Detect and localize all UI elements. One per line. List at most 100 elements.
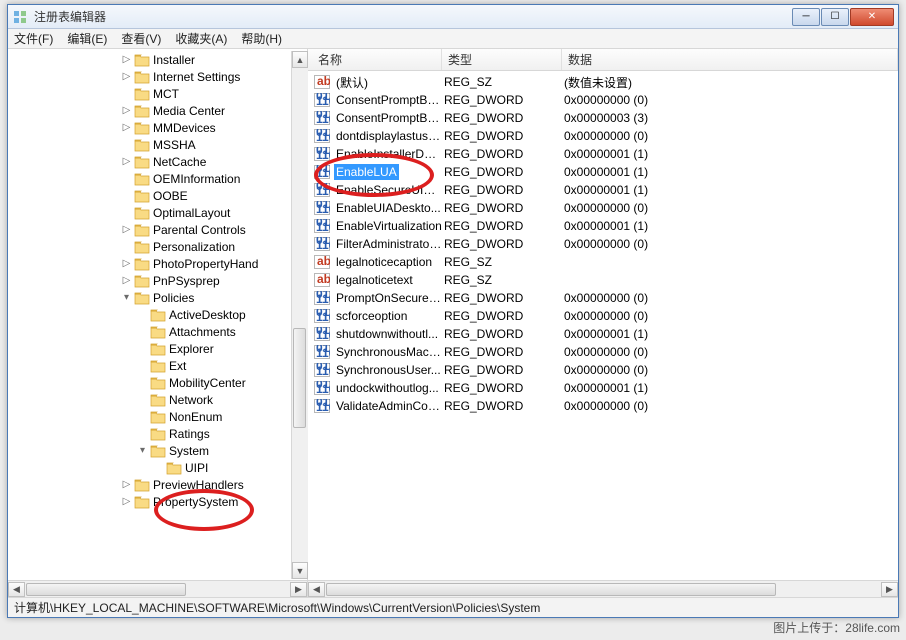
value-row[interactable]: 011110SynchronousUser...REG_DWORD0x00000… bbox=[308, 361, 898, 379]
tree-item[interactable]: ActiveDesktop bbox=[8, 306, 307, 323]
value-row[interactable]: 011110PromptOnSecureD...REG_DWORD0x00000… bbox=[308, 289, 898, 307]
value-row[interactable]: ablegalnoticetextREG_SZ bbox=[308, 271, 898, 289]
col-data[interactable]: 数据 bbox=[562, 49, 898, 70]
tree-item[interactable]: Attachments bbox=[8, 323, 307, 340]
value-type: REG_DWORD bbox=[444, 309, 564, 323]
value-data: 0x00000001 (1) bbox=[564, 147, 898, 161]
tree-item-label: Explorer bbox=[169, 342, 214, 356]
value-name: EnableVirtualization bbox=[334, 218, 444, 234]
tree-item[interactable]: MCT bbox=[8, 85, 307, 102]
tree-item[interactable]: Explorer bbox=[8, 340, 307, 357]
col-name[interactable]: 名称 bbox=[312, 49, 442, 70]
value-type: REG_DWORD bbox=[444, 165, 564, 179]
tree-item[interactable]: OptimalLayout bbox=[8, 204, 307, 221]
collapse-icon[interactable]: ▾ bbox=[136, 444, 149, 457]
value-row[interactable]: 011110shutdownwithoutl...REG_DWORD0x0000… bbox=[308, 325, 898, 343]
expand-icon[interactable]: ▷ bbox=[120, 155, 133, 168]
scroll-down-button[interactable]: ▼ bbox=[292, 562, 308, 579]
tree-item[interactable]: MSSHA bbox=[8, 136, 307, 153]
col-type[interactable]: 类型 bbox=[442, 49, 562, 70]
scroll-right-button[interactable]: ▶ bbox=[881, 582, 898, 597]
menu-help[interactable]: 帮助(H) bbox=[241, 30, 282, 47]
expand-icon[interactable]: ▷ bbox=[120, 121, 133, 134]
registry-tree[interactable]: ▷Installer▷Internet SettingsMCT▷Media Ce… bbox=[8, 49, 307, 580]
svg-text:110: 110 bbox=[316, 130, 330, 143]
minimize-button[interactable]: ─ bbox=[792, 8, 820, 26]
tree-item[interactable]: OOBE bbox=[8, 187, 307, 204]
tree-item[interactable]: Network bbox=[8, 391, 307, 408]
tree-item[interactable]: UIPI bbox=[8, 459, 307, 476]
value-name: SynchronousUser... bbox=[334, 362, 443, 378]
tree-item[interactable]: NonEnum bbox=[8, 408, 307, 425]
menu-file[interactable]: 文件(F) bbox=[14, 30, 53, 47]
tree-vscroll[interactable]: ▲ ▼ bbox=[291, 51, 308, 579]
tree-panel: ▷Installer▷Internet SettingsMCT▷Media Ce… bbox=[8, 49, 308, 597]
expand-icon[interactable]: ▷ bbox=[120, 53, 133, 66]
scroll-left-button[interactable]: ◀ bbox=[308, 582, 325, 597]
value-row[interactable]: 011110EnableSecureUIAP...REG_DWORD0x0000… bbox=[308, 181, 898, 199]
value-row[interactable]: 011110ValidateAdminCod...REG_DWORD0x0000… bbox=[308, 397, 898, 415]
value-row[interactable]: 011110EnableInstallerDet...REG_DWORD0x00… bbox=[308, 145, 898, 163]
scroll-up-button[interactable]: ▲ bbox=[292, 51, 308, 68]
value-row[interactable]: 011110undockwithoutlog...REG_DWORD0x0000… bbox=[308, 379, 898, 397]
svg-text:110: 110 bbox=[316, 94, 330, 107]
expand-icon[interactable]: ▷ bbox=[120, 70, 133, 83]
tree-item[interactable]: ▷PropertySystem bbox=[8, 493, 307, 510]
value-row[interactable]: 011110SynchronousMach...REG_DWORD0x00000… bbox=[308, 343, 898, 361]
value-row[interactable]: 011110scforceoptionREG_DWORD0x00000000 (… bbox=[308, 307, 898, 325]
tree-item[interactable]: ▷Installer bbox=[8, 51, 307, 68]
menu-favorites[interactable]: 收藏夹(A) bbox=[175, 30, 227, 47]
value-row[interactable]: 011110ConsentPromptBe...REG_DWORD0x00000… bbox=[308, 91, 898, 109]
expand-icon[interactable]: ▷ bbox=[120, 257, 133, 270]
tree-item[interactable]: ▷Media Center bbox=[8, 102, 307, 119]
tree-item[interactable]: ▾Policies bbox=[8, 289, 307, 306]
tree-item[interactable]: ▷Internet Settings bbox=[8, 68, 307, 85]
menu-edit[interactable]: 编辑(E) bbox=[67, 30, 107, 47]
tree-item[interactable]: Ext bbox=[8, 357, 307, 374]
value-row[interactable]: 011110EnableUIADeskto...REG_DWORD0x00000… bbox=[308, 199, 898, 217]
tree-item[interactable]: MobilityCenter bbox=[8, 374, 307, 391]
expand-icon[interactable]: ▷ bbox=[120, 223, 133, 236]
menu-view[interactable]: 查看(V) bbox=[121, 30, 161, 47]
tree-item[interactable]: ▷Parental Controls bbox=[8, 221, 307, 238]
no-expand bbox=[136, 410, 149, 423]
tree-item[interactable]: Ratings bbox=[8, 425, 307, 442]
expand-icon[interactable]: ▷ bbox=[120, 478, 133, 491]
tree-hscroll-thumb[interactable] bbox=[26, 583, 186, 596]
tree-item-label: NonEnum bbox=[169, 410, 222, 424]
value-row[interactable]: ab(默认)REG_SZ(数值未设置) bbox=[308, 73, 898, 91]
tree-item[interactable]: ▷PnPSysprep bbox=[8, 272, 307, 289]
tree-vscroll-thumb[interactable] bbox=[293, 328, 306, 428]
list-hscroll[interactable]: ◀ ▶ bbox=[308, 580, 898, 597]
svg-text:ab: ab bbox=[317, 75, 330, 88]
svg-text:110: 110 bbox=[316, 400, 330, 413]
tree-item[interactable]: ▷MMDevices bbox=[8, 119, 307, 136]
column-headers: 名称 类型 数据 bbox=[308, 49, 898, 71]
expand-icon[interactable]: ▷ bbox=[120, 104, 133, 117]
tree-item[interactable]: Personalization bbox=[8, 238, 307, 255]
tree-item[interactable]: ▾System bbox=[8, 442, 307, 459]
svg-text:110: 110 bbox=[316, 166, 330, 179]
list-hscroll-thumb[interactable] bbox=[326, 583, 776, 596]
tree-item[interactable]: ▷PhotoPropertyHand bbox=[8, 255, 307, 272]
tree-item[interactable]: OEMInformation bbox=[8, 170, 307, 187]
value-row[interactable]: 011110EnableLUAREG_DWORD0x00000001 (1) bbox=[308, 163, 898, 181]
maximize-button[interactable]: ☐ bbox=[821, 8, 849, 26]
value-row[interactable]: 011110EnableVirtualizationREG_DWORD0x000… bbox=[308, 217, 898, 235]
no-expand bbox=[120, 172, 133, 185]
expand-icon[interactable]: ▷ bbox=[120, 495, 133, 508]
value-row[interactable]: 011110dontdisplaylastuse...REG_DWORD0x00… bbox=[308, 127, 898, 145]
collapse-icon[interactable]: ▾ bbox=[120, 291, 133, 304]
titlebar[interactable]: 注册表编辑器 ─ ☐ ✕ bbox=[8, 5, 898, 29]
value-row[interactable]: 011110ConsentPromptBe...REG_DWORD0x00000… bbox=[308, 109, 898, 127]
tree-hscroll[interactable]: ◀ ▶ bbox=[8, 580, 307, 597]
close-button[interactable]: ✕ bbox=[850, 8, 894, 26]
expand-icon[interactable]: ▷ bbox=[120, 274, 133, 287]
value-row[interactable]: ablegalnoticecaptionREG_SZ bbox=[308, 253, 898, 271]
values-list[interactable]: ab(默认)REG_SZ(数值未设置)011110ConsentPromptBe… bbox=[308, 71, 898, 580]
scroll-left-button[interactable]: ◀ bbox=[8, 582, 25, 597]
scroll-right-button[interactable]: ▶ bbox=[290, 582, 307, 597]
tree-item[interactable]: ▷PreviewHandlers bbox=[8, 476, 307, 493]
value-row[interactable]: 011110FilterAdministrator...REG_DWORD0x0… bbox=[308, 235, 898, 253]
tree-item[interactable]: ▷NetCache bbox=[8, 153, 307, 170]
